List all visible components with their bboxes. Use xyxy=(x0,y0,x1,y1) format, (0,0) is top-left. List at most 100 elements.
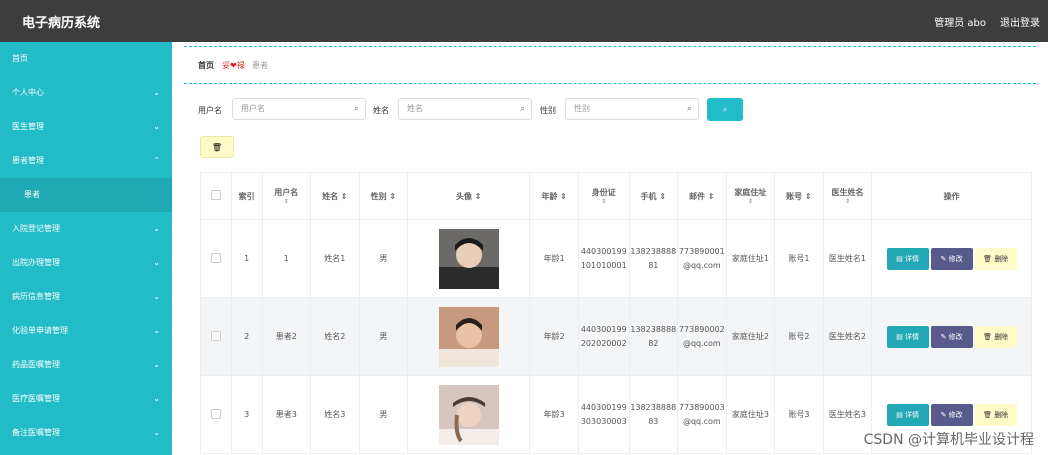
col-account-label: 账号 xyxy=(786,191,803,201)
select-all-checkbox[interactable] xyxy=(210,190,221,200)
row-select-cell[interactable] xyxy=(200,219,232,298)
cell-address: 家庭住址3 xyxy=(725,375,776,454)
breadcrumb-current: 患者 xyxy=(252,61,268,70)
sidebar-item-label: 医生管理 xyxy=(12,122,44,131)
username-label: 用户名 xyxy=(198,106,222,115)
row-checkbox[interactable] xyxy=(210,408,221,419)
gender-input[interactable]: 性别 ⌕ xyxy=(565,98,699,120)
sidebar-item-label: 个人中心 xyxy=(12,88,44,97)
col-avatar[interactable]: 头像 ⇕ xyxy=(407,172,531,220)
col-doctor[interactable]: 医生姓名 ⇕ xyxy=(822,172,873,220)
cell-username: 患者2 xyxy=(261,297,312,376)
username-input[interactable]: 用户名 ⌕ xyxy=(232,98,366,120)
table-row: 2 患者2 姓名2 男 年龄2 440300199202020002 13823… xyxy=(200,297,1032,376)
edit-button[interactable]: ✎ 修改 xyxy=(930,403,973,426)
cell-gender: 男 xyxy=(358,219,409,298)
row-select-cell[interactable] xyxy=(200,297,232,376)
select-all-cell[interactable] xyxy=(200,172,232,220)
col-avatar-label: 头像 xyxy=(456,191,473,201)
cell-address: 家庭住址1 xyxy=(725,219,776,298)
col-index-label: 索引 xyxy=(238,191,255,201)
edit-label: 修改 xyxy=(948,410,963,419)
delete-label: 删除 xyxy=(994,332,1009,341)
delete-button[interactable]: 🗑 删除 xyxy=(974,325,1017,348)
col-age[interactable]: 年龄 ⇕ xyxy=(529,172,579,220)
cell-avatar xyxy=(407,219,531,298)
col-gender-label: 性别 xyxy=(370,191,387,201)
col-phone[interactable]: 手机 ⇕ xyxy=(628,172,679,220)
top-bar: 电子病历系统 管理员 abo 退出登录 xyxy=(0,0,1048,42)
sort-icon: ⇕ xyxy=(283,198,289,205)
sidebar-item-note-orders[interactable]: 备注医嘱管理 ⌄ xyxy=(0,416,172,450)
sort-icon: ⇕ xyxy=(707,191,715,201)
breadcrumb-home[interactable]: 首页 xyxy=(198,60,214,71)
avatar[interactable] xyxy=(438,228,499,289)
document-icon: ▤ xyxy=(896,410,903,419)
chevron-down-icon: ⌄ xyxy=(153,360,160,369)
sidebar-item-admission[interactable]: 入院登记管理 ⌄ xyxy=(0,212,172,246)
document-icon: ▤ xyxy=(896,254,903,263)
pencil-icon: ✎ xyxy=(940,410,947,419)
cell-username: 1 xyxy=(261,219,312,298)
watermark: CSDN @计算机毕业设计程 xyxy=(863,432,1034,448)
col-address[interactable]: 家庭住址 ⇕ xyxy=(725,172,776,220)
name-input[interactable]: 姓名 ⌕ xyxy=(398,98,532,120)
sidebar-subitem-patient[interactable]: 患者 xyxy=(0,178,172,212)
edit-button[interactable]: ✎ 修改 xyxy=(930,247,973,270)
sidebar-item-drug-orders[interactable]: 药品医嘱管理 ⌄ xyxy=(0,348,172,382)
sidebar-item-profile[interactable]: 个人中心 ⌄ xyxy=(0,76,172,110)
cell-phone: 13823888881 xyxy=(628,219,679,298)
col-index[interactable]: 索引 xyxy=(230,172,263,220)
col-age-label: 年龄 xyxy=(541,191,558,201)
avatar[interactable] xyxy=(438,384,499,445)
batch-delete-button[interactable]: 🗑 xyxy=(200,136,234,158)
delete-button[interactable]: 🗑 删除 xyxy=(974,247,1017,270)
row-checkbox[interactable] xyxy=(210,252,221,263)
sidebar-item-medical-orders[interactable]: 医疗医嘱管理 ⌄ xyxy=(0,382,172,416)
col-phone-label: 手机 xyxy=(640,191,657,201)
trash-icon: 🗑 xyxy=(983,332,992,341)
detail-button[interactable]: ▤ 详情 xyxy=(886,403,929,426)
avatar[interactable] xyxy=(438,306,499,367)
cell-gender: 男 xyxy=(358,297,409,376)
sidebar-item-lab[interactable]: 化验单申请管理 ⌄ xyxy=(0,314,172,348)
col-email[interactable]: 邮件 ⇕ xyxy=(677,172,727,220)
edit-button[interactable]: ✎ 修改 xyxy=(930,325,973,348)
cell-address: 家庭住址2 xyxy=(725,297,776,376)
col-idcard-label: 身份证 xyxy=(591,188,616,197)
sidebar-item-records[interactable]: 病历信息管理 ⌄ xyxy=(0,280,172,314)
detail-button[interactable]: ▤ 详情 xyxy=(886,325,929,348)
gender-label: 性别 xyxy=(540,106,556,115)
delete-button[interactable]: 🗑 删除 xyxy=(974,403,1017,426)
search-button[interactable]: ⌕ xyxy=(707,98,743,121)
cell-account: 账号1 xyxy=(774,219,824,298)
sidebar-item-discharge[interactable]: 出院办理管理 ⌄ xyxy=(0,246,172,280)
logout-link[interactable]: 退出登录 xyxy=(1000,14,1040,29)
sidebar-item-label: 入院登记管理 xyxy=(12,224,60,233)
detail-button[interactable]: ▤ 详情 xyxy=(886,247,929,270)
col-account[interactable]: 账号 ⇕ xyxy=(774,172,824,220)
sidebar-item-doctors[interactable]: 医生管理 ⌄ xyxy=(0,110,172,144)
app-title: 电子病历系统 xyxy=(22,16,101,31)
chevron-down-icon: ⌄ xyxy=(153,326,160,335)
cell-phone: 13823888882 xyxy=(628,297,679,376)
pencil-icon: ✎ xyxy=(940,254,947,263)
cell-avatar xyxy=(407,297,531,376)
sidebar-item-patients[interactable]: 患者管理 ⌃ xyxy=(0,144,172,178)
cell-idcard: 440300199101010001 xyxy=(578,219,630,298)
chevron-down-icon: ⌄ xyxy=(153,88,160,97)
col-gender[interactable]: 性别 ⇕ xyxy=(358,172,409,220)
edit-label: 修改 xyxy=(948,332,963,341)
col-name[interactable]: 姓名 ⇕ xyxy=(310,172,360,220)
row-select-cell[interactable] xyxy=(200,375,232,454)
gender-placeholder: 性别 xyxy=(574,104,590,113)
row-checkbox[interactable] xyxy=(210,330,221,341)
cell-account: 账号2 xyxy=(774,297,824,376)
sort-icon: ⇕ xyxy=(747,198,753,205)
cell-doctor: 医生姓名2 xyxy=(822,297,873,376)
sort-icon: ⇕ xyxy=(560,191,567,201)
cell-email: 773890001@qq.com xyxy=(677,219,727,298)
sidebar-item-home[interactable]: 首页 xyxy=(0,42,172,76)
col-username[interactable]: 用户名 ⇕ xyxy=(261,172,312,220)
col-idcard[interactable]: 身份证 ⇕ xyxy=(578,172,630,220)
